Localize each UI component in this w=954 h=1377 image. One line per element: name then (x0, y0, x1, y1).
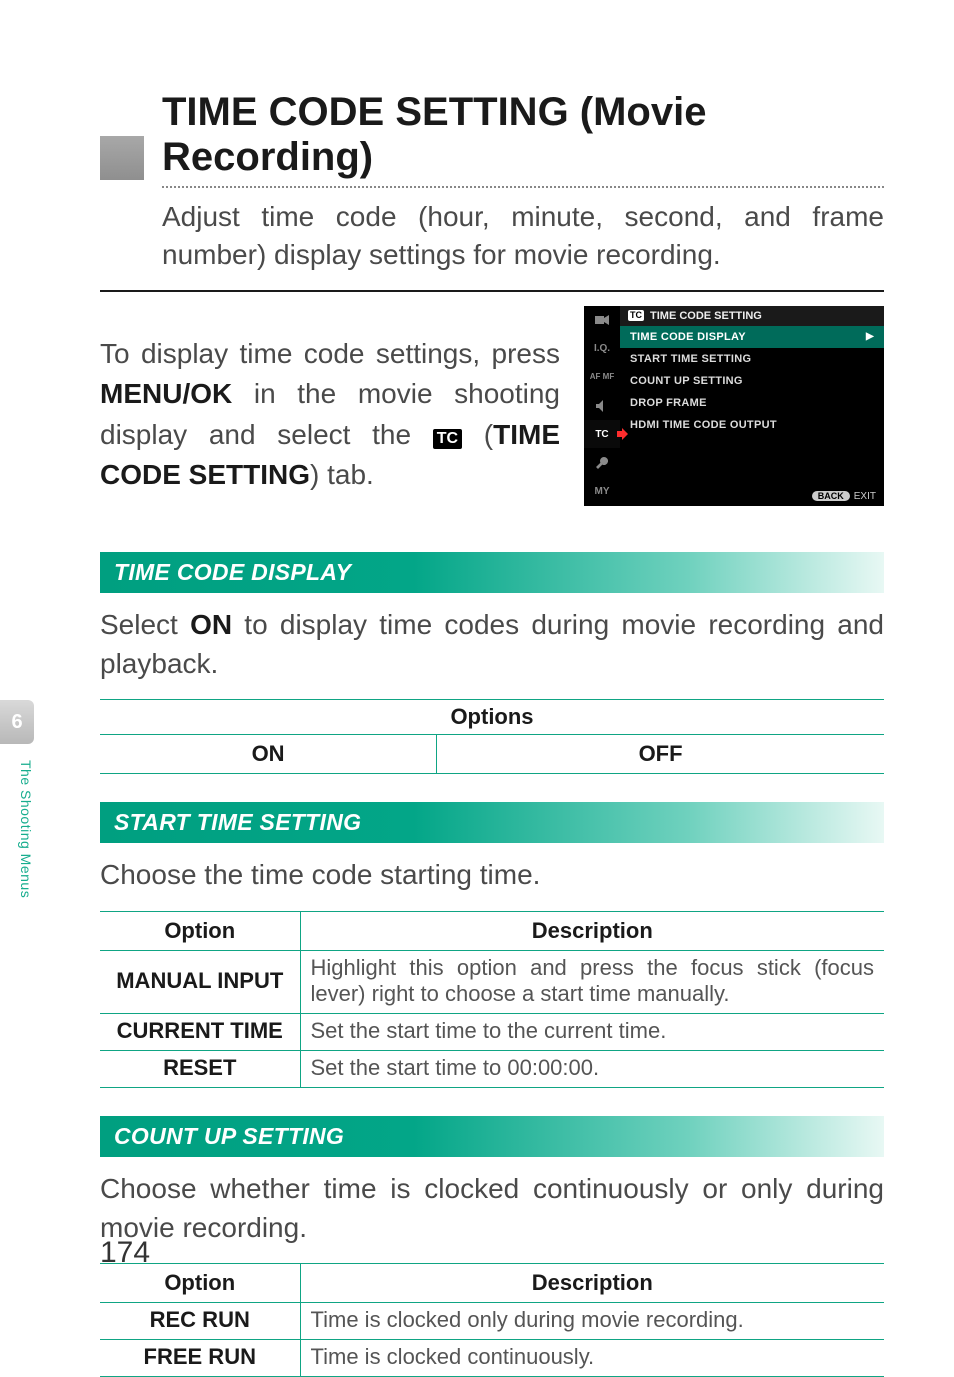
table-row: MANUAL INPUTHighlight this option and pr… (100, 950, 884, 1013)
osd-exit-label: EXIT (854, 491, 876, 502)
options-table-tcd: Options ON OFF (100, 699, 884, 774)
title-dotted-rule (162, 186, 884, 188)
tc-icon: TC (433, 429, 462, 449)
osd-gutter-audio-icon (584, 391, 620, 420)
table-row: REC RUNTime is clocked only during movie… (100, 1302, 884, 1339)
osd-gutter-tc-active: TC (584, 420, 620, 449)
menu-ok-label: MENU/OK (100, 378, 232, 409)
options-table-cus: Option Description REC RUNTime is clocke… (100, 1263, 884, 1377)
osd-menu-screenshot: I.Q. AF MF TC MY TC TIME CODE SET (584, 306, 884, 506)
section-body-cus: Choose whether time is clocked continuou… (100, 1169, 884, 1247)
osd-item: DROP FRAME (620, 392, 884, 414)
osd-item: COUNT UP SETTING (620, 370, 884, 392)
option-on: ON (100, 735, 437, 774)
osd-gutter-my: MY (584, 477, 620, 506)
col-description: Description (300, 1263, 884, 1302)
option-off: OFF (437, 735, 884, 774)
osd-header-title: TIME CODE SETTING (650, 310, 762, 322)
osd-footer: BACK EXIT (812, 491, 876, 502)
page-number: 174 (100, 1236, 150, 1270)
col-option: Option (100, 911, 300, 950)
title-block-icon (100, 136, 144, 180)
options-table-sts: Option Description MANUAL INPUTHighlight… (100, 911, 884, 1088)
horizontal-rule (100, 290, 884, 292)
osd-gutter-movie-icon (584, 306, 620, 335)
table-row: CURRENT TIMESet the start time to the cu… (100, 1013, 884, 1050)
lead-paragraph: Adjust time code (hour, minute, second, … (162, 198, 884, 274)
osd-gutter-iq: I.Q. (584, 334, 620, 363)
section-heading-sts: START TIME SETTING (100, 802, 884, 843)
osd-header-tc-icon: TC (628, 310, 644, 321)
osd-gutter-afmf: AF MF (584, 363, 620, 392)
osd-gutter-wrench-icon (584, 448, 620, 477)
table-row: FREE RUNTime is clocked continuously. (100, 1339, 884, 1376)
step-paragraph: To display time code settings, press MEN… (100, 334, 560, 496)
osd-item: START TIME SETTING (620, 348, 884, 370)
section-body-sts: Choose the time code starting time. (100, 855, 884, 894)
col-description: Description (300, 911, 884, 950)
options-header: Options (100, 700, 884, 735)
section-body-tcd: Select ON to display time codes during m… (100, 605, 884, 683)
osd-back-pill: BACK (812, 491, 850, 501)
osd-gutter: I.Q. AF MF TC MY (584, 306, 620, 506)
chevron-right-icon: ▶ (866, 331, 874, 342)
section-heading-tcd: TIME CODE DISPLAY (100, 552, 884, 593)
section-heading-cus: COUNT UP SETTING (100, 1116, 884, 1157)
osd-item: HDMI TIME CODE OUTPUT (620, 414, 884, 436)
osd-header: TC TIME CODE SETTING (620, 306, 884, 326)
page-title: TIME CODE SETTING (Movie Recording) (162, 90, 884, 180)
table-row: RESETSet the start time to 00:00:00. (100, 1050, 884, 1087)
osd-item-selected: TIME CODE DISPLAY▶ (620, 326, 884, 348)
